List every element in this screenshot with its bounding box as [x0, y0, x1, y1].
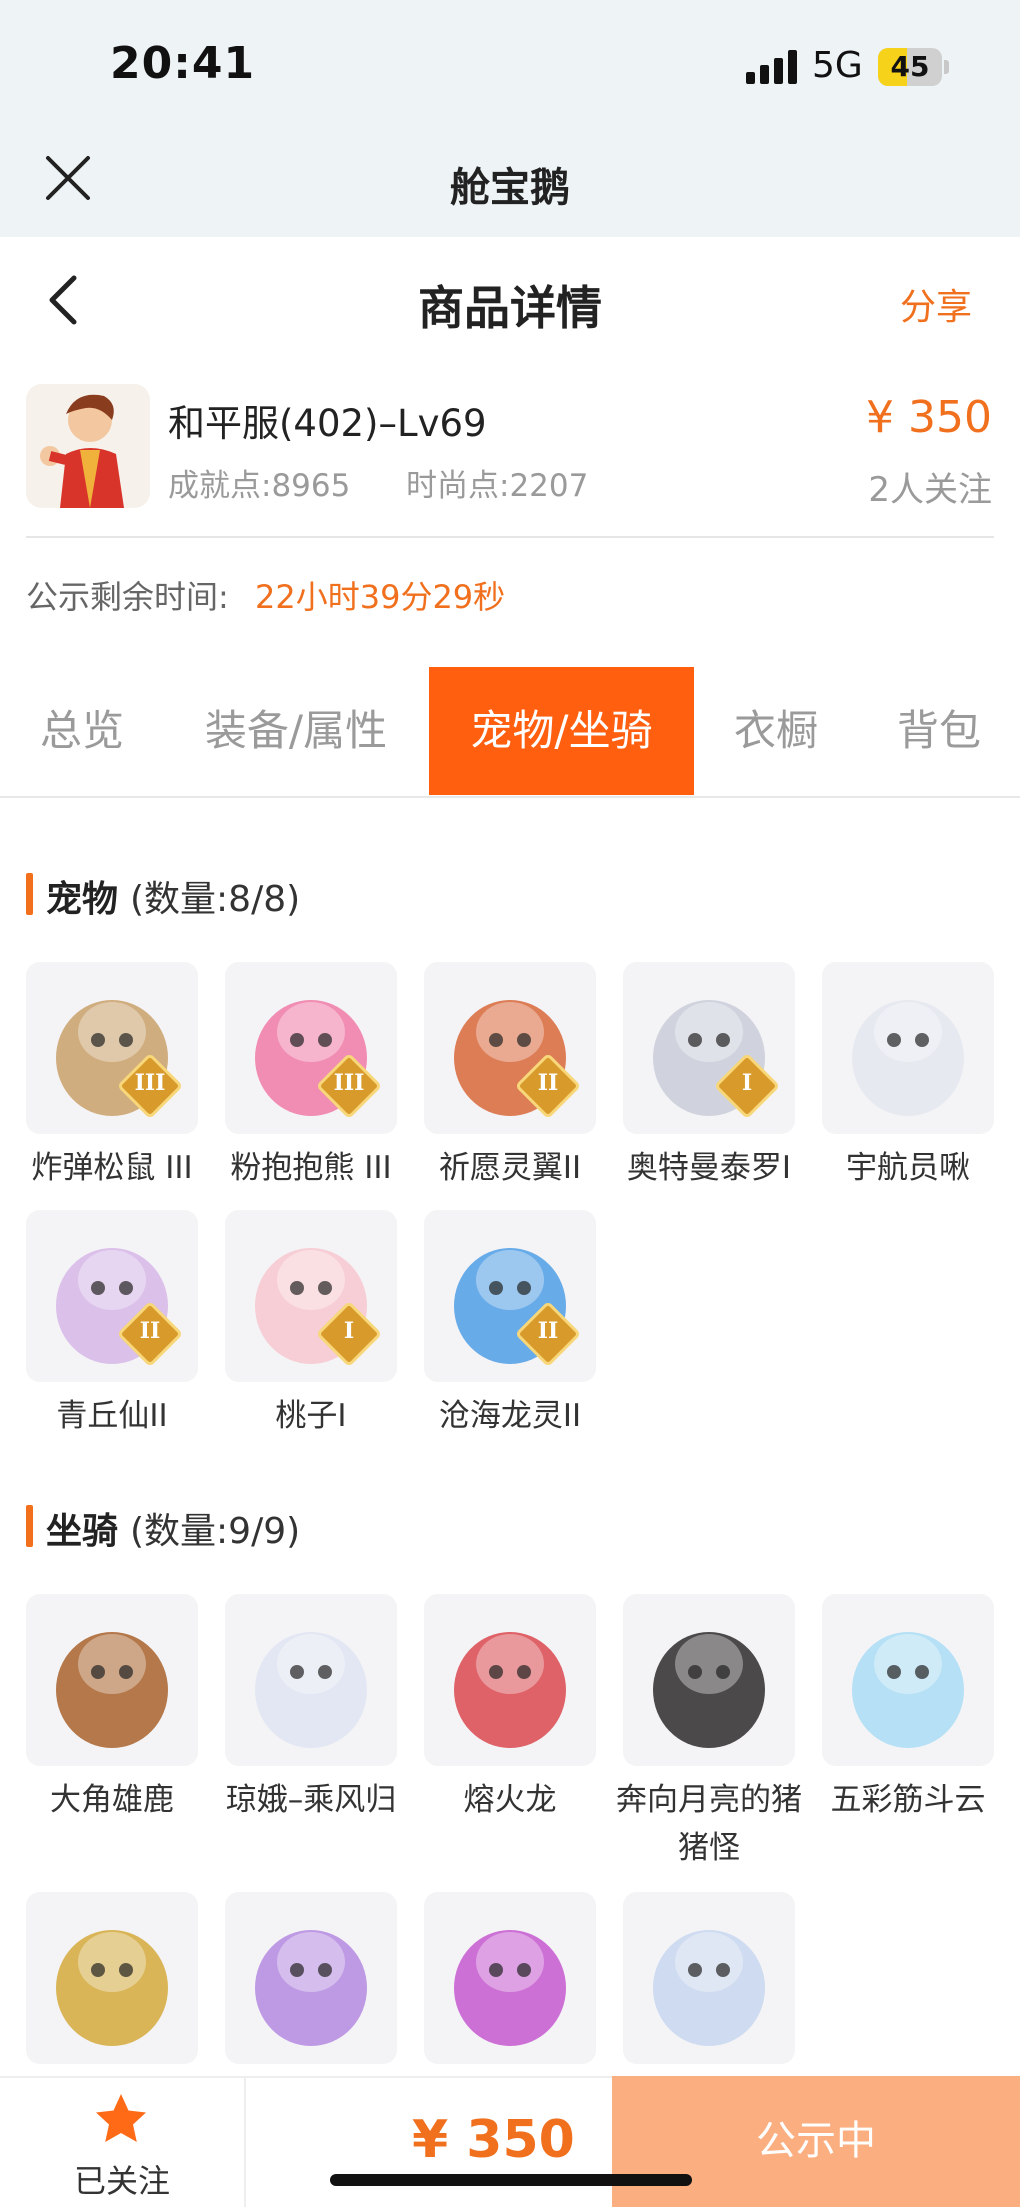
- notice-label: 公示剩余时间:: [26, 578, 229, 616]
- follow-button[interactable]: 已关注: [0, 2076, 246, 2207]
- section-marker: [26, 873, 33, 915]
- battery-tip: [944, 60, 949, 74]
- pets-section-title: 宠物: [46, 879, 119, 920]
- fox-fairy-icon: II: [26, 1210, 198, 1382]
- character-avatar: [26, 384, 150, 508]
- rank-badge: II: [537, 1070, 559, 1096]
- peach-cat-icon: I: [225, 1210, 397, 1382]
- goddess-icon: [225, 1594, 397, 1766]
- rank-badge: III: [134, 1070, 166, 1096]
- pink-bear-icon: III: [225, 962, 397, 1134]
- product-price: ¥ 350: [866, 392, 992, 443]
- rank-badge: II: [537, 1318, 559, 1344]
- heart-orb-icon: [424, 1892, 596, 2064]
- tab-pets-mounts[interactable]: 宠物/坐骑: [429, 667, 694, 795]
- achievement-points: 成就点:8965: [168, 468, 351, 504]
- pet-name: 祈愿灵翼II: [438, 1150, 582, 1186]
- tab-bar: 总览 装备/属性 宠物/坐骑 衣橱 背包: [0, 667, 1020, 795]
- tab-overview[interactable]: 总览: [0, 667, 164, 795]
- mount-name: 五彩筋斗云: [830, 1782, 986, 1818]
- cloud-icon: [822, 1594, 994, 1766]
- follower-count: 2人关注: [868, 470, 992, 510]
- server-level: 和平服(402)–Lv69: [168, 402, 487, 445]
- signal-icon: [746, 50, 798, 84]
- pet-name: 青丘仙II: [56, 1398, 168, 1434]
- pet-name: 奥特曼泰罗I: [626, 1150, 792, 1186]
- status-clock: 20:41: [110, 38, 256, 89]
- notice-countdown: 22小时39分29秒: [255, 578, 506, 616]
- fire-dragon-icon: [424, 1594, 596, 1766]
- pet-name: 沧海龙灵II: [438, 1398, 582, 1434]
- tab-wardrobe[interactable]: 衣橱: [694, 667, 858, 795]
- ice-horse-icon: [623, 1892, 795, 2064]
- squirrel-icon: III: [26, 962, 198, 1134]
- battery-icon: 45: [878, 48, 942, 86]
- deer-icon: [26, 1594, 198, 1766]
- home-indicator: [330, 2174, 692, 2186]
- golden-beast-icon: [26, 1892, 198, 2064]
- purple-dragon-icon: [225, 1892, 397, 2064]
- rank-badge: I: [741, 1070, 753, 1096]
- pet-name: 宇航员啾: [846, 1150, 970, 1186]
- dragon-spirit-icon: II: [424, 1210, 596, 1382]
- network-label: 5G: [812, 45, 863, 86]
- phoenix-icon: II: [424, 962, 596, 1134]
- tab-equipment[interactable]: 装备/属性: [164, 667, 428, 795]
- mount-name: 琼娥–乘风归: [225, 1782, 397, 1818]
- share-button[interactable]: 分享: [900, 278, 972, 330]
- mounts-count: (数量:9/9): [130, 1511, 301, 1552]
- ultraman-icon: I: [623, 962, 795, 1134]
- pet-name: 炸弹松鼠 III: [31, 1150, 193, 1186]
- astronaut-icon: [822, 962, 994, 1134]
- rank-badge: I: [343, 1318, 355, 1344]
- star-icon: [96, 2094, 146, 2142]
- pet-name: 桃子I: [275, 1398, 347, 1434]
- divider: [26, 536, 994, 538]
- publicity-status-button[interactable]: 公示中: [612, 2076, 1020, 2207]
- mounts-section-title: 坐骑: [46, 1511, 119, 1552]
- follow-label: 已关注: [73, 2162, 170, 2200]
- webview-title: 舱宝鹅: [450, 165, 570, 211]
- page-title: 商品详情: [418, 281, 602, 335]
- bottom-price: ¥ 350: [412, 2110, 575, 2170]
- mount-name: 大角雄鹿: [50, 1782, 174, 1818]
- rank-badge: II: [139, 1318, 161, 1344]
- fashion-points: 时尚点:2207: [406, 468, 589, 504]
- pets-count: (数量:8/8): [130, 879, 301, 920]
- battery-level: 45: [890, 50, 930, 83]
- tab-divider: [0, 796, 1020, 798]
- pet-name: 粉抱抱熊 III: [230, 1150, 392, 1186]
- tab-backpack[interactable]: 背包: [858, 667, 1020, 795]
- pig-icon: [623, 1594, 795, 1766]
- mount-name: 熔火龙: [463, 1782, 557, 1818]
- mount-name: 奔向月亮的猪猪怪: [616, 1782, 802, 1866]
- section-marker: [26, 1505, 33, 1547]
- rank-badge: III: [333, 1070, 365, 1096]
